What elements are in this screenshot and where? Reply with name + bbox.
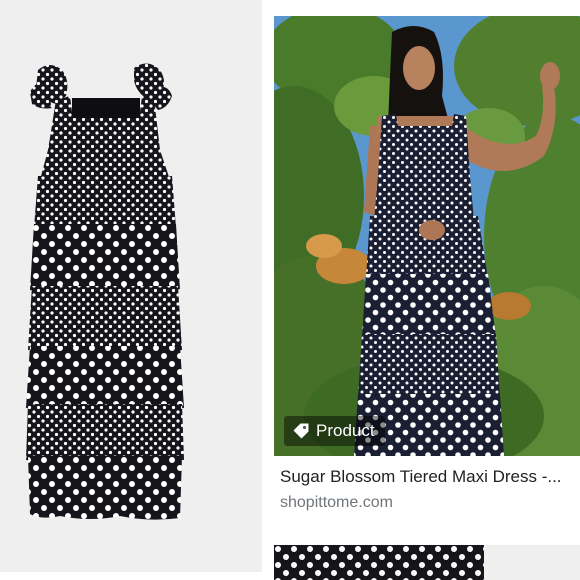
product-badge: Product: [284, 416, 385, 446]
next-result-photo: [274, 545, 484, 580]
result-source-domain[interactable]: shopittome.com: [280, 494, 576, 512]
result-image-next[interactable]: [274, 545, 580, 580]
dress-product-photo: [26, 63, 184, 520]
result-title-link[interactable]: Sugar Blossom Tiered Maxi Dress -...: [280, 467, 576, 487]
product-badge-label: Product: [316, 421, 375, 440]
result-image-product[interactable]: [0, 0, 262, 572]
model-photo: [274, 16, 580, 456]
result-image-model[interactable]: Product: [274, 16, 580, 456]
tag-icon: [292, 422, 310, 440]
